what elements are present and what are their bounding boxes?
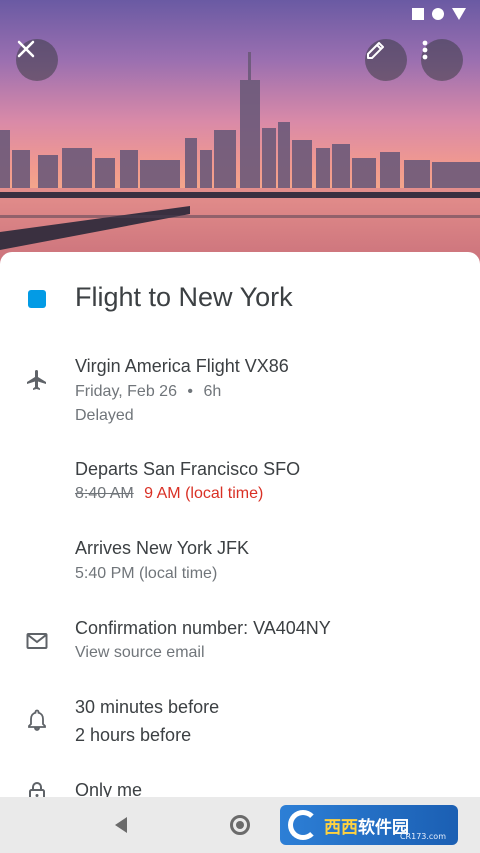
watermark-text-a: 西西 [324, 817, 358, 838]
flight-status: Delayed [75, 407, 134, 424]
view-source-email-link[interactable]: View source email [75, 644, 205, 662]
watermark-url: CR173.com [399, 832, 446, 841]
status-bar-icons [412, 8, 466, 20]
signal-status-icon [452, 8, 466, 20]
more-vert-icon [422, 40, 428, 60]
mail-icon [24, 628, 50, 654]
bell-icon [24, 707, 50, 733]
city-skyline-illustration [0, 52, 480, 270]
departure-label: Departs San Francisco SFO [75, 459, 301, 479]
departure-old-time: 8:40 AM [75, 485, 134, 502]
lock-icon [24, 779, 50, 797]
watermark-text: 西西软件园 [324, 813, 409, 838]
confirmation-number: Confirmation number: VA404NY [75, 618, 331, 638]
close-icon [17, 40, 35, 58]
system-navigation-bar: 西西软件园 CR173.com [0, 797, 480, 853]
back-nav-icon[interactable] [115, 817, 127, 833]
watermark-c-icon [288, 810, 318, 840]
event-color-swatch [28, 290, 46, 308]
reminder-second[interactable]: 2 hours before [75, 725, 191, 746]
more-options-button[interactable] [421, 39, 463, 81]
pencil-icon [367, 42, 384, 59]
recents-status-icon [412, 8, 424, 20]
edit-button[interactable] [365, 39, 407, 81]
home-nav-icon[interactable] [230, 815, 250, 835]
flight-duration: 6h [203, 383, 222, 400]
airplane-icon [24, 367, 50, 393]
watermark-logo: 西西软件园 CR173.com [280, 805, 458, 845]
flight-name: Virgin America Flight VX86 [75, 356, 289, 376]
flight-separator: • [187, 383, 194, 400]
notification-status-icon [432, 8, 444, 20]
event-title: Flight to New York [75, 282, 293, 312]
departure-times: 8:40 AM 9 AM (local time) [75, 485, 263, 503]
close-button[interactable] [16, 39, 58, 81]
header-image [0, 0, 480, 270]
visibility-label: Only me [75, 780, 143, 797]
reminder-first[interactable]: 30 minutes before [75, 697, 219, 718]
arrival-time: 5:40 PM (local time) [75, 565, 218, 582]
event-details-sheet: Flight to New York Virgin America Flight… [0, 252, 480, 797]
arrival-label: Arrives New York JFK [75, 538, 250, 558]
departure-new-time: 9 AM (local time) [144, 485, 264, 502]
flight-date-duration: Friday, Feb 26 • 6h [75, 383, 221, 401]
flight-date: Friday, Feb 26 [75, 383, 177, 400]
